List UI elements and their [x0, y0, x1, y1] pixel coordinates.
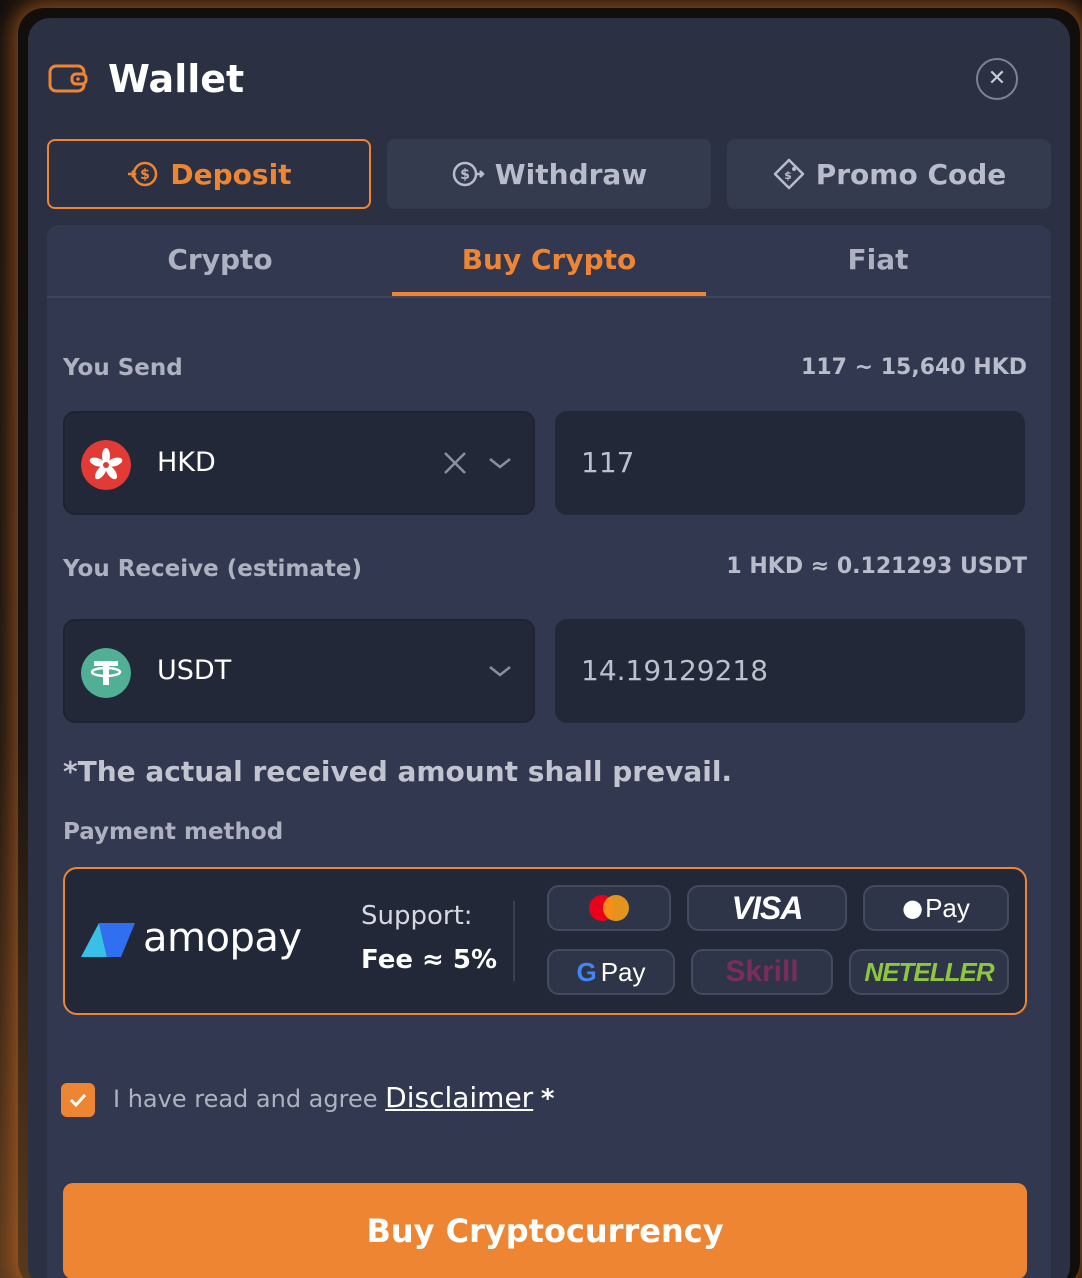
skrill-badge: Skrill — [691, 949, 833, 995]
neteller-badge: NETELLER — [849, 949, 1009, 995]
send-label: You Send — [63, 355, 183, 381]
received-amount-note: *The actual received amount shall prevai… — [63, 755, 733, 788]
apple-icon: ● — [902, 894, 924, 922]
subtab-crypto[interactable]: Crypto — [55, 225, 385, 298]
send-range: 117 ~ 15,640 HKD — [801, 355, 1027, 380]
deposit-icon: $ — [128, 161, 158, 187]
payment-provider-name: amopay — [143, 915, 302, 961]
tab-withdraw[interactable]: $ Withdraw — [387, 139, 711, 209]
apple-pay-badge: ● Pay — [863, 885, 1009, 931]
tab-withdraw-label: Withdraw — [494, 157, 648, 191]
active-tab-indicator — [392, 292, 706, 296]
close-button[interactable]: ✕ — [976, 58, 1018, 100]
support-label: Support: — [361, 901, 473, 931]
visa-label: VISA — [731, 889, 804, 926]
google-pay-badge: G Pay — [547, 949, 675, 995]
deposit-panel: Crypto Buy Crypto Fiat You Send 117 ~ 15… — [47, 225, 1051, 1278]
google-pay-label: Pay — [600, 956, 646, 987]
skrill-label: Skrill — [725, 955, 799, 988]
agree-checkbox[interactable] — [61, 1083, 95, 1117]
check-icon — [69, 1093, 87, 1108]
svg-text:$: $ — [141, 167, 151, 183]
visa-badge: VISA — [687, 885, 847, 931]
hong-kong-flag-icon — [81, 440, 131, 490]
deposit-subtabs: Crypto Buy Crypto Fiat — [47, 225, 1051, 298]
clear-icon[interactable] — [441, 449, 469, 477]
mastercard-icon — [589, 895, 629, 921]
modal-header: Wallet ✕ — [48, 56, 1050, 106]
receive-amount-field: 14.19129218 — [555, 619, 1025, 723]
payment-method-card[interactable]: amopay Support: Fee ≈ 5% VISA ● Pay G Pa… — [63, 867, 1027, 1015]
receive-currency-code: USDT — [157, 655, 232, 686]
receive-currency-select[interactable]: USDT — [63, 619, 535, 723]
google-g-icon: G — [576, 956, 597, 987]
required-marker: * — [540, 1084, 555, 1114]
send-currency-code: HKD — [157, 447, 216, 478]
chevron-down-icon — [489, 666, 511, 677]
amopay-logo-icon — [81, 923, 135, 957]
receive-label: You Receive (estimate) — [63, 556, 363, 582]
neteller-label: NETELLER — [864, 956, 994, 987]
wallet-tabs: $ Deposit $ Withdraw $ Promo Code — [47, 139, 1051, 209]
tag-icon: $ — [773, 158, 804, 190]
tab-promo-code[interactable]: $ Promo Code — [727, 139, 1051, 209]
withdraw-icon: $ — [452, 161, 485, 187]
svg-text:$: $ — [460, 167, 470, 183]
disclaimer-link[interactable]: Disclaimer — [385, 1081, 533, 1114]
wallet-icon — [48, 64, 88, 93]
subtab-buy-crypto[interactable]: Buy Crypto — [384, 225, 714, 298]
chevron-down-icon — [489, 458, 511, 469]
svg-text:$: $ — [784, 169, 792, 182]
buy-cryptocurrency-button[interactable]: Buy Cryptocurrency — [63, 1183, 1027, 1278]
tab-promo-label: Promo Code — [815, 157, 1007, 191]
exchange-rate: 1 HKD ≈ 0.121293 USDT — [726, 554, 1027, 579]
tab-deposit-label: Deposit — [170, 157, 292, 191]
tab-deposit[interactable]: $ Deposit — [47, 139, 371, 209]
divider — [513, 901, 515, 981]
send-currency-select[interactable]: HKD — [63, 411, 535, 515]
send-amount-input[interactable]: 117 — [555, 411, 1025, 515]
apple-pay-label: Pay — [925, 892, 970, 923]
fee-label: Fee ≈ 5% — [361, 945, 498, 975]
close-icon: ✕ — [987, 66, 1007, 91]
tether-icon — [81, 648, 131, 698]
agree-text: I have read and agree Disclaimer * — [113, 1081, 554, 1114]
wallet-modal: Wallet ✕ $ Deposit $ Withdraw $ Promo Co… — [28, 18, 1070, 1278]
mastercard-badge — [547, 885, 671, 931]
agree-label: I have read and agree — [113, 1085, 378, 1113]
modal-title: Wallet — [108, 57, 245, 101]
payment-method-label: Payment method — [63, 819, 284, 845]
subtab-fiat[interactable]: Fiat — [713, 225, 1043, 298]
